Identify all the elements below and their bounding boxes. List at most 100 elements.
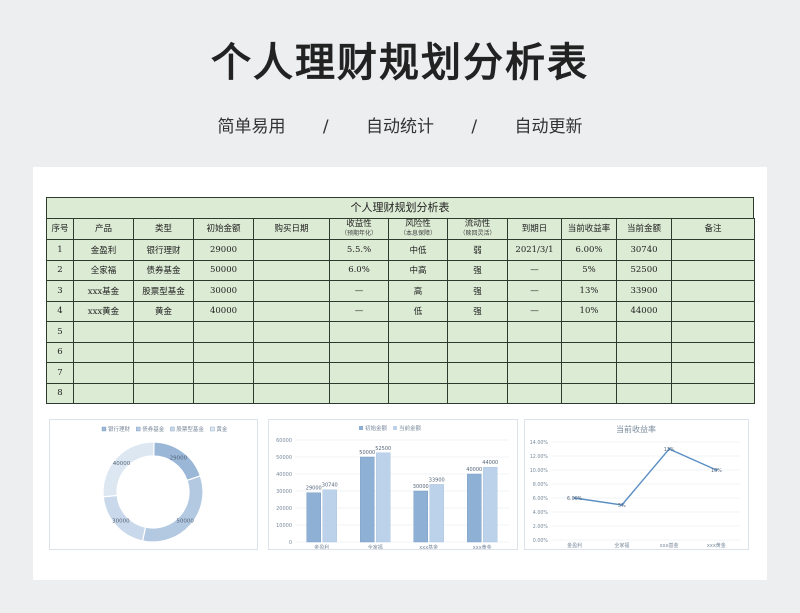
table-cell[interactable]: 强 bbox=[447, 300, 508, 322]
table-cell[interactable] bbox=[561, 362, 617, 384]
table-cell[interactable] bbox=[253, 300, 330, 322]
table-cell[interactable] bbox=[329, 362, 389, 384]
table-cell[interactable] bbox=[388, 362, 448, 384]
table-cell[interactable] bbox=[447, 382, 508, 404]
table-cell[interactable]: 中高 bbox=[388, 259, 448, 281]
table-cell[interactable] bbox=[133, 382, 194, 404]
table-cell[interactable] bbox=[388, 382, 448, 404]
table-cell[interactable]: 6.00% bbox=[561, 239, 617, 261]
table-cell[interactable]: 5% bbox=[561, 259, 617, 281]
table-cell[interactable]: 30000 bbox=[193, 280, 254, 302]
table-cell[interactable] bbox=[671, 259, 755, 281]
table-cell[interactable]: 5.5.% bbox=[329, 239, 389, 261]
table-cell[interactable]: 全家福 bbox=[73, 259, 134, 281]
table-cell[interactable] bbox=[193, 362, 254, 384]
table-cell[interactable]: 29000 bbox=[193, 239, 254, 261]
table-cell[interactable]: 7 bbox=[46, 362, 74, 384]
table-cell[interactable] bbox=[193, 341, 254, 363]
table-cell[interactable] bbox=[133, 362, 194, 384]
table-cell[interactable]: 4 bbox=[46, 300, 74, 322]
table-cell[interactable] bbox=[616, 341, 672, 363]
table-cell[interactable]: 2021/3/1 bbox=[507, 239, 562, 261]
table-cell[interactable]: 低 bbox=[388, 300, 448, 322]
table-cell[interactable]: 13% bbox=[561, 280, 617, 302]
table-cell[interactable]: 2 bbox=[46, 259, 74, 281]
table-cell[interactable]: 44000 bbox=[616, 300, 672, 322]
table-cell[interactable]: 银行理财 bbox=[133, 239, 194, 261]
table-cell[interactable]: 高 bbox=[388, 280, 448, 302]
table-cell[interactable] bbox=[133, 321, 194, 343]
table-cell[interactable] bbox=[253, 239, 330, 261]
table-cell[interactable]: 强 bbox=[447, 259, 508, 281]
table-cell[interactable]: 股票型基金 bbox=[133, 280, 194, 302]
table-cell[interactable] bbox=[561, 382, 617, 404]
table-cell[interactable] bbox=[447, 321, 508, 343]
table-cell[interactable]: 强 bbox=[447, 280, 508, 302]
table-cell[interactable] bbox=[329, 341, 389, 363]
table-cell[interactable]: 弱 bbox=[447, 239, 508, 261]
legend-label: 初始金额 bbox=[365, 424, 388, 432]
table-cell[interactable] bbox=[671, 382, 755, 404]
table-cell[interactable]: 债券基金 bbox=[133, 259, 194, 281]
table-cell[interactable]: 30740 bbox=[616, 239, 672, 261]
table-cell[interactable] bbox=[388, 341, 448, 363]
table-cell[interactable] bbox=[253, 321, 330, 343]
table-cell[interactable] bbox=[671, 300, 755, 322]
table-cell[interactable]: 6.0% bbox=[329, 259, 389, 281]
table-cell[interactable] bbox=[193, 382, 254, 404]
table-cell[interactable]: 黄金 bbox=[133, 300, 194, 322]
table-cell[interactable]: 10% bbox=[561, 300, 617, 322]
table-cell[interactable] bbox=[133, 341, 194, 363]
table-cell[interactable] bbox=[73, 341, 134, 363]
table-cell[interactable]: — bbox=[329, 280, 389, 302]
table-cell[interactable] bbox=[507, 321, 562, 343]
table-cell[interactable] bbox=[447, 341, 508, 363]
table-cell[interactable] bbox=[671, 362, 755, 384]
table-cell[interactable]: 50000 bbox=[193, 259, 254, 281]
table-cell[interactable] bbox=[73, 382, 134, 404]
table-cell[interactable] bbox=[73, 362, 134, 384]
table-cell[interactable]: — bbox=[507, 300, 562, 322]
table-cell[interactable] bbox=[671, 321, 755, 343]
table-cell[interactable] bbox=[561, 321, 617, 343]
table-cell[interactable]: 6 bbox=[46, 341, 74, 363]
table-cell[interactable]: — bbox=[507, 280, 562, 302]
table-cell[interactable] bbox=[253, 382, 330, 404]
table-cell[interactable] bbox=[616, 362, 672, 384]
table-cell[interactable]: 5 bbox=[46, 321, 74, 343]
table-cell[interactable] bbox=[671, 280, 755, 302]
table-cell[interactable] bbox=[253, 362, 330, 384]
y-tick-label: 30000 bbox=[276, 489, 292, 495]
table-cell[interactable] bbox=[329, 321, 389, 343]
table-cell[interactable]: 3 bbox=[46, 280, 74, 302]
table-cell[interactable]: xxx基金 bbox=[73, 280, 134, 302]
table-cell[interactable]: 33900 bbox=[616, 280, 672, 302]
table-cell[interactable]: 1 bbox=[46, 239, 74, 261]
bar-value-label: 30740 bbox=[322, 483, 338, 489]
table-cell[interactable] bbox=[507, 341, 562, 363]
table-cell[interactable]: 52500 bbox=[616, 259, 672, 281]
table-cell[interactable] bbox=[73, 321, 134, 343]
table-cell[interactable] bbox=[193, 321, 254, 343]
table-cell[interactable] bbox=[616, 321, 672, 343]
table-cell[interactable]: 金盈利 bbox=[73, 239, 134, 261]
table-cell[interactable]: 40000 bbox=[193, 300, 254, 322]
table-cell[interactable] bbox=[507, 362, 562, 384]
table-cell[interactable]: — bbox=[329, 300, 389, 322]
table-cell[interactable] bbox=[253, 259, 330, 281]
table-cell[interactable]: — bbox=[507, 259, 562, 281]
table-row: 5 bbox=[46, 321, 755, 343]
table-cell[interactable] bbox=[671, 239, 755, 261]
table-cell[interactable] bbox=[253, 280, 330, 302]
table-cell[interactable] bbox=[507, 382, 562, 404]
table-cell[interactable] bbox=[329, 382, 389, 404]
table-cell[interactable]: 8 bbox=[46, 382, 74, 404]
table-cell[interactable] bbox=[388, 321, 448, 343]
table-cell[interactable]: 中低 bbox=[388, 239, 448, 261]
table-cell[interactable] bbox=[447, 362, 508, 384]
table-cell[interactable] bbox=[253, 341, 330, 363]
table-cell[interactable] bbox=[671, 341, 755, 363]
table-cell[interactable] bbox=[561, 341, 617, 363]
table-cell[interactable] bbox=[616, 382, 672, 404]
table-cell[interactable]: xxx黄金 bbox=[73, 300, 134, 322]
